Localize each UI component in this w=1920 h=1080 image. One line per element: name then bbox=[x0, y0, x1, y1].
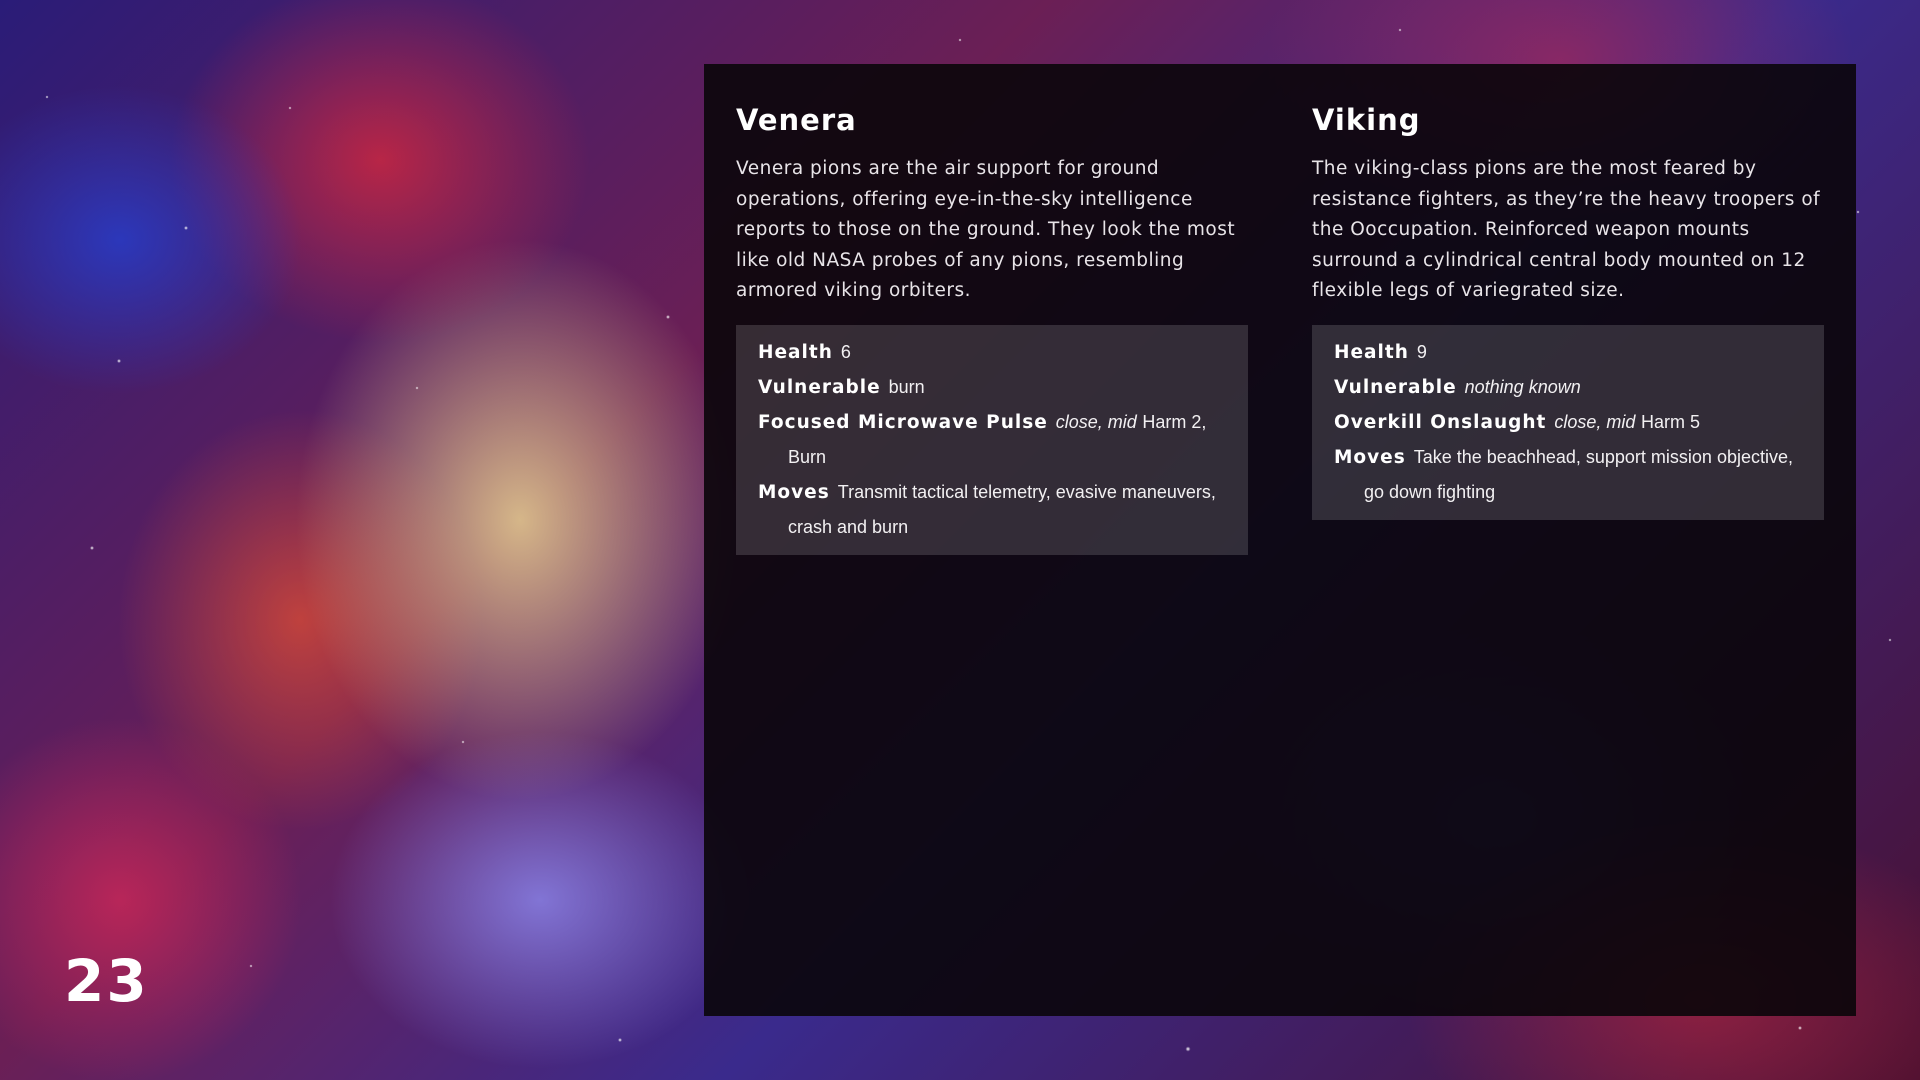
attack-range-tags: close, mid bbox=[1554, 411, 1636, 432]
stat-value: Harm 5 bbox=[1641, 411, 1701, 432]
stat-moves: Moves Take the beachhead, support mission… bbox=[1334, 440, 1806, 510]
stat-label: Focused Microwave Pulse bbox=[758, 411, 1048, 433]
stat-block: Health 6 Vulnerable burn Focused Microwave… bbox=[736, 324, 1248, 555]
entry-description: Venera pions are the air support for gro… bbox=[736, 158, 1236, 302]
stat-label: Vulnerable bbox=[1334, 376, 1457, 398]
stat-value: 9 bbox=[1416, 341, 1427, 362]
stat-block: Health 9 Vulnerable nothing known Overkill… bbox=[1312, 324, 1824, 520]
entry-description: The viking-class pions are the most fear… bbox=[1312, 158, 1821, 302]
stat-vulnerable: Vulnerable burn bbox=[758, 370, 1230, 405]
stat-label: Moves bbox=[1334, 446, 1406, 468]
stat-health: Health 6 bbox=[758, 335, 1230, 370]
stat-value: burn bbox=[888, 376, 925, 397]
stat-label: Health bbox=[1334, 341, 1409, 363]
stat-attack: Overkill Onslaught close, mid Harm 5 bbox=[1334, 405, 1806, 440]
entry-title: Viking bbox=[1312, 103, 1421, 137]
stat-health: Health 9 bbox=[1334, 335, 1806, 370]
stat-moves: Moves Transmit tactical telemetry, evasiv… bbox=[758, 475, 1230, 545]
attack-range-tags: close, mid bbox=[1055, 411, 1137, 432]
entry-viking: Viking The viking-class pions are the mo… bbox=[1312, 94, 1824, 520]
stat-value: Take the beachhead, support mission obje… bbox=[1364, 446, 1793, 502]
stat-vulnerable: Vulnerable nothing known bbox=[1334, 370, 1806, 405]
entry-title: Venera bbox=[736, 103, 857, 137]
stat-value: nothing known bbox=[1464, 376, 1581, 397]
stat-value: Transmit tactical telemetry, evasive man… bbox=[788, 481, 1216, 537]
stat-label: Health bbox=[758, 341, 833, 363]
content-panel: Venera Venera pions are the air support … bbox=[704, 64, 1856, 1016]
stat-value: 6 bbox=[840, 341, 851, 362]
stat-label: Moves bbox=[758, 481, 830, 503]
page-number: 23 bbox=[64, 947, 149, 1015]
stat-label: Vulnerable bbox=[758, 376, 881, 398]
entry-venera: Venera Venera pions are the air support … bbox=[736, 94, 1248, 555]
stat-label: Overkill Onslaught bbox=[1334, 411, 1547, 433]
stat-attack: Focused Microwave Pulse close, mid Harm 2… bbox=[758, 405, 1230, 475]
